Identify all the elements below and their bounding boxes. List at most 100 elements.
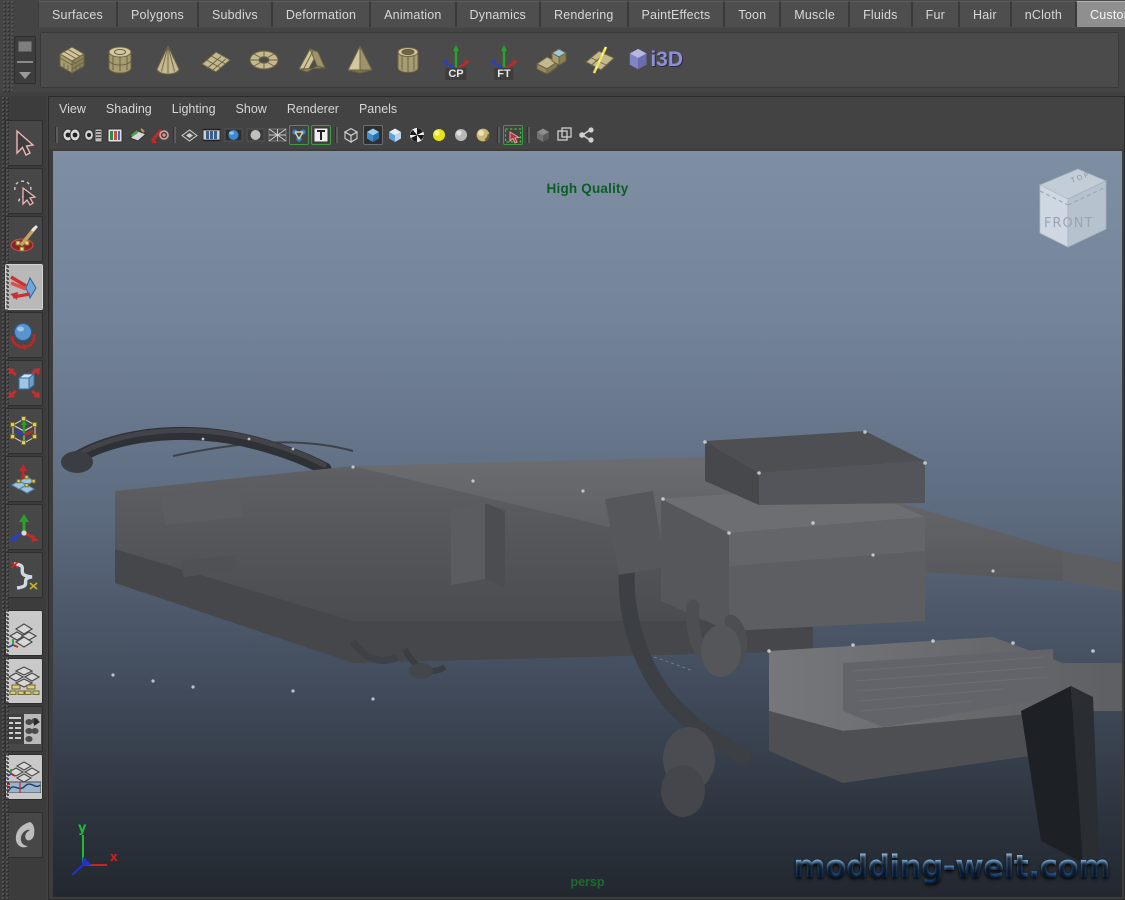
select-tool[interactable] [5,120,43,166]
shelf-tab-rendering[interactable]: Rendering [540,1,628,27]
poly-combine-icon[interactable] [531,38,573,82]
shelf-tab-dynamics[interactable]: Dynamics [455,1,541,27]
shelf-tab-deformation[interactable]: Deformation [271,1,371,27]
layout-persp-graph-editor[interactable] [5,754,43,800]
viewport-toolbar [49,121,1124,149]
resolution-gate-icon[interactable] [223,125,243,145]
xray-joints-icon[interactable] [555,125,575,145]
poly-cylinder-icon[interactable] [99,38,141,82]
shelf-tab-toon[interactable]: Toon [724,1,781,27]
shelf-options-stepper[interactable] [14,36,36,84]
poly-pyramid-icon[interactable] [339,38,381,82]
viewport-menu-lighting[interactable]: Lighting [172,102,216,116]
i3d-export-icon[interactable]: i3D [627,38,683,82]
chevron-down-icon [19,71,31,79]
viewport-menu-panels[interactable]: Panels [359,102,397,116]
i3d-label: i3D [650,48,683,71]
shelf-tab-custom[interactable]: Custom [1076,1,1125,27]
shelf-options-divider [17,60,33,63]
shelf-tab-polygons[interactable]: Polygons [116,1,198,27]
axis-cp-icon[interactable]: CP [435,38,477,82]
viewport-menu-renderer[interactable]: Renderer [287,102,339,116]
image-plane-icon[interactable] [127,125,147,145]
shelf-area: Surfaces Polygons Subdivs Deformation An… [0,0,1125,92]
watermark-text: modding-welt.com [793,849,1110,885]
toolbar-divider [171,125,177,145]
film-gate-icon[interactable] [201,125,221,145]
shelf-tab-bar: Surfaces Polygons Subdivs Deformation An… [38,0,1125,28]
two-d-pan-zoom-icon[interactable] [149,125,169,145]
shelf-tab-subdivs[interactable]: Subdivs [197,1,272,27]
select-camera-icon[interactable] [61,125,81,145]
gate-mask-icon[interactable] [245,125,265,145]
shelf-tab-hair[interactable]: Hair [958,1,1011,27]
viewport-menu-show[interactable]: Show [236,102,267,116]
move-tool[interactable] [5,264,43,310]
xray-icon[interactable] [533,125,553,145]
axis-gizmo: y x [71,821,118,876]
shelf-button-strip: CP FT i3D [40,32,1119,88]
shelf-button-label: CP [445,68,467,80]
axis-y-label: y [78,821,87,836]
layout-persp-hypergraph[interactable] [5,706,43,752]
camera-attributes-icon[interactable] [83,125,103,145]
viewport-canvas[interactable]: High Quality TOP FRONT y x persp modding… [53,151,1122,897]
shelf-tab-surfaces[interactable]: Surfaces [38,1,117,27]
viewcube-front-label: FRONT [1044,216,1093,231]
shadows-icon[interactable] [473,125,493,145]
toolbar-divider [333,125,339,145]
last-tool-used[interactable] [5,504,43,550]
axis-ft-icon[interactable]: FT [483,38,525,82]
viewport-menu-shading[interactable]: Shading [106,102,152,116]
toolbox-drag-handle[interactable] [1,96,10,900]
maya-logo-button[interactable] [5,812,43,858]
poly-torus-icon[interactable] [243,38,285,82]
lasso-select-tool[interactable] [5,168,43,214]
safe-title-icon[interactable] [311,125,331,145]
layout-persp-outliner[interactable] [5,658,43,704]
hardware-texturing-icon[interactable] [407,125,427,145]
field-chart-icon[interactable] [267,125,287,145]
toolbar-divider [495,125,501,145]
three-d-model[interactable] [53,151,1122,897]
grid-toggle-icon[interactable] [179,125,199,145]
shelf-tab-animation[interactable]: Animation [370,1,456,27]
shelf-tab-muscle[interactable]: Muscle [780,1,850,27]
toolbar-divider [525,125,531,145]
curve-tool[interactable] [5,552,43,598]
shelf-tab-ncloth[interactable]: nCloth [1010,1,1077,27]
bookmark-icon[interactable] [105,125,125,145]
shelf-drag-handle[interactable] [2,0,13,92]
viewport-menu-view[interactable]: View [59,102,86,116]
view-cube[interactable]: TOP FRONT [1026,159,1112,255]
scale-tool[interactable] [5,360,43,406]
viewport-panel: View Shading Lighting Show Renderer Pane… [48,96,1125,900]
poly-prism-icon[interactable] [291,38,333,82]
poly-cone-icon[interactable] [147,38,189,82]
exposure-icon[interactable] [577,125,597,145]
universal-manipulator-tool[interactable] [5,408,43,454]
toolbar-divider [53,125,59,145]
axis-x-label: x [110,850,118,864]
paint-select-tool[interactable] [5,216,43,262]
isolate-select-icon[interactable] [503,125,523,145]
shelf-tab-fur[interactable]: Fur [911,1,959,27]
layout-single-perspective[interactable] [5,610,43,656]
poly-split-icon[interactable] [579,38,621,82]
smooth-shade-textured-icon[interactable] [385,125,405,145]
shelf-tab-fluids[interactable]: Fluids [849,1,912,27]
poly-cube-icon[interactable] [51,38,93,82]
viewport-menu-bar: View Shading Lighting Show Renderer Pane… [49,97,1124,121]
wireframe-shading-icon[interactable] [341,125,361,145]
maya-window: Surfaces Polygons Subdivs Deformation An… [0,0,1125,900]
shelf-tab-painteffects[interactable]: PaintEffects [627,1,725,27]
poly-pipe-icon[interactable] [387,38,429,82]
use-all-lights-icon[interactable] [451,125,471,145]
poly-plane-icon[interactable] [195,38,237,82]
safe-action-icon[interactable] [289,125,309,145]
use-default-light-icon[interactable] [429,125,449,145]
shelf-button-label: FT [494,68,514,80]
soft-modification-tool[interactable] [5,456,43,502]
smooth-shade-all-icon[interactable] [363,125,383,145]
rotate-tool[interactable] [5,312,43,358]
